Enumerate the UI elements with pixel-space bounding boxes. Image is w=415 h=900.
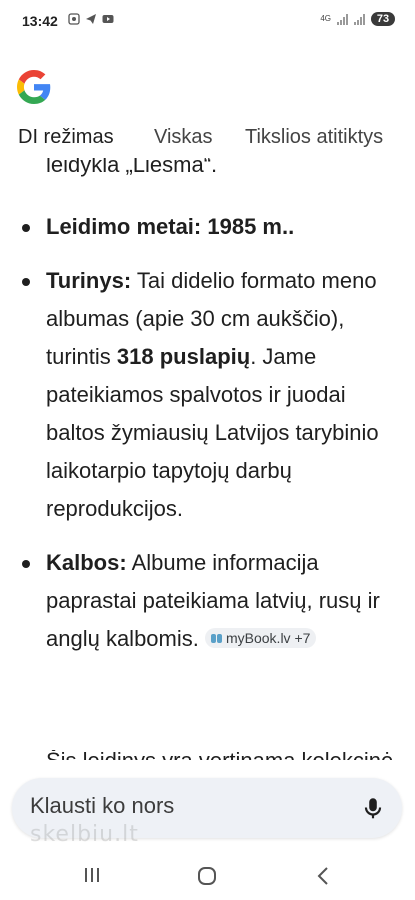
tab-all[interactable]: Viskas <box>154 126 213 149</box>
source-chip-label: myBook.lv +7 <box>225 630 311 647</box>
tab-ai-mode[interactable]: DI režimas <box>18 126 114 149</box>
telegram-icon <box>86 14 96 24</box>
facts-list: Leidimo metai: 1985 m.. Turinys: Tai did… <box>0 208 415 674</box>
home-icon[interactable] <box>197 866 217 886</box>
partial-text-line-top: leidykla „Liesma“. <box>46 158 218 177</box>
fact-text: . Jame pateikiamos spalvotos ir juodai b… <box>46 344 379 521</box>
partial-text-line-bottom: Šis leidinys yra vertinama kolekcinė <box>46 750 393 760</box>
microphone-icon[interactable] <box>360 795 386 821</box>
fact-key: Kalbos: <box>46 550 127 575</box>
youtube-icon <box>102 15 114 23</box>
back-icon[interactable] <box>314 865 334 887</box>
screenshot-icon <box>68 13 80 25</box>
source-chip[interactable]: myBook.lv +7 <box>204 628 317 649</box>
system-nav-bar <box>0 852 415 900</box>
signal-strength-icon-2 <box>354 13 365 25</box>
list-item: Kalbos: Albume informacija paprastai pat… <box>0 544 415 658</box>
list-item: Turinys: Tai didelio formato meno albuma… <box>0 262 415 528</box>
status-notification-icons <box>68 13 114 25</box>
network-type-label: 4G <box>320 14 331 23</box>
ai-answer-content: leidykla „Liesma“. Leidimo metai: 1985 m… <box>0 158 415 770</box>
list-item: Leidimo metai: 1985 m.. <box>0 208 415 246</box>
bullet-icon <box>22 224 30 232</box>
watermark: skelbiu.lt <box>30 822 139 847</box>
fact-highlight: 318 puslapių <box>116 344 251 369</box>
status-system-icons: 4G 73 <box>320 12 395 26</box>
ask-input[interactable] <box>30 793 350 819</box>
google-g-logo[interactable] <box>17 70 51 104</box>
fact-key: Turinys: <box>46 268 132 293</box>
battery-indicator: 73 <box>371 12 395 26</box>
fact-value: 1985 m.. <box>201 214 295 239</box>
fact-key: Leidimo metai: <box>46 214 202 239</box>
bullet-icon <box>22 278 30 286</box>
recent-apps-icon[interactable] <box>82 866 102 884</box>
status-bar: 13:42 4G 73 <box>0 0 415 40</box>
tab-exact-matches[interactable]: Tikslios atitiktys <box>245 126 383 149</box>
source-favicon-icon <box>210 633 222 643</box>
status-time: 13:42 <box>22 13 58 29</box>
signal-strength-icon <box>337 13 348 25</box>
bullet-icon <box>22 560 30 568</box>
